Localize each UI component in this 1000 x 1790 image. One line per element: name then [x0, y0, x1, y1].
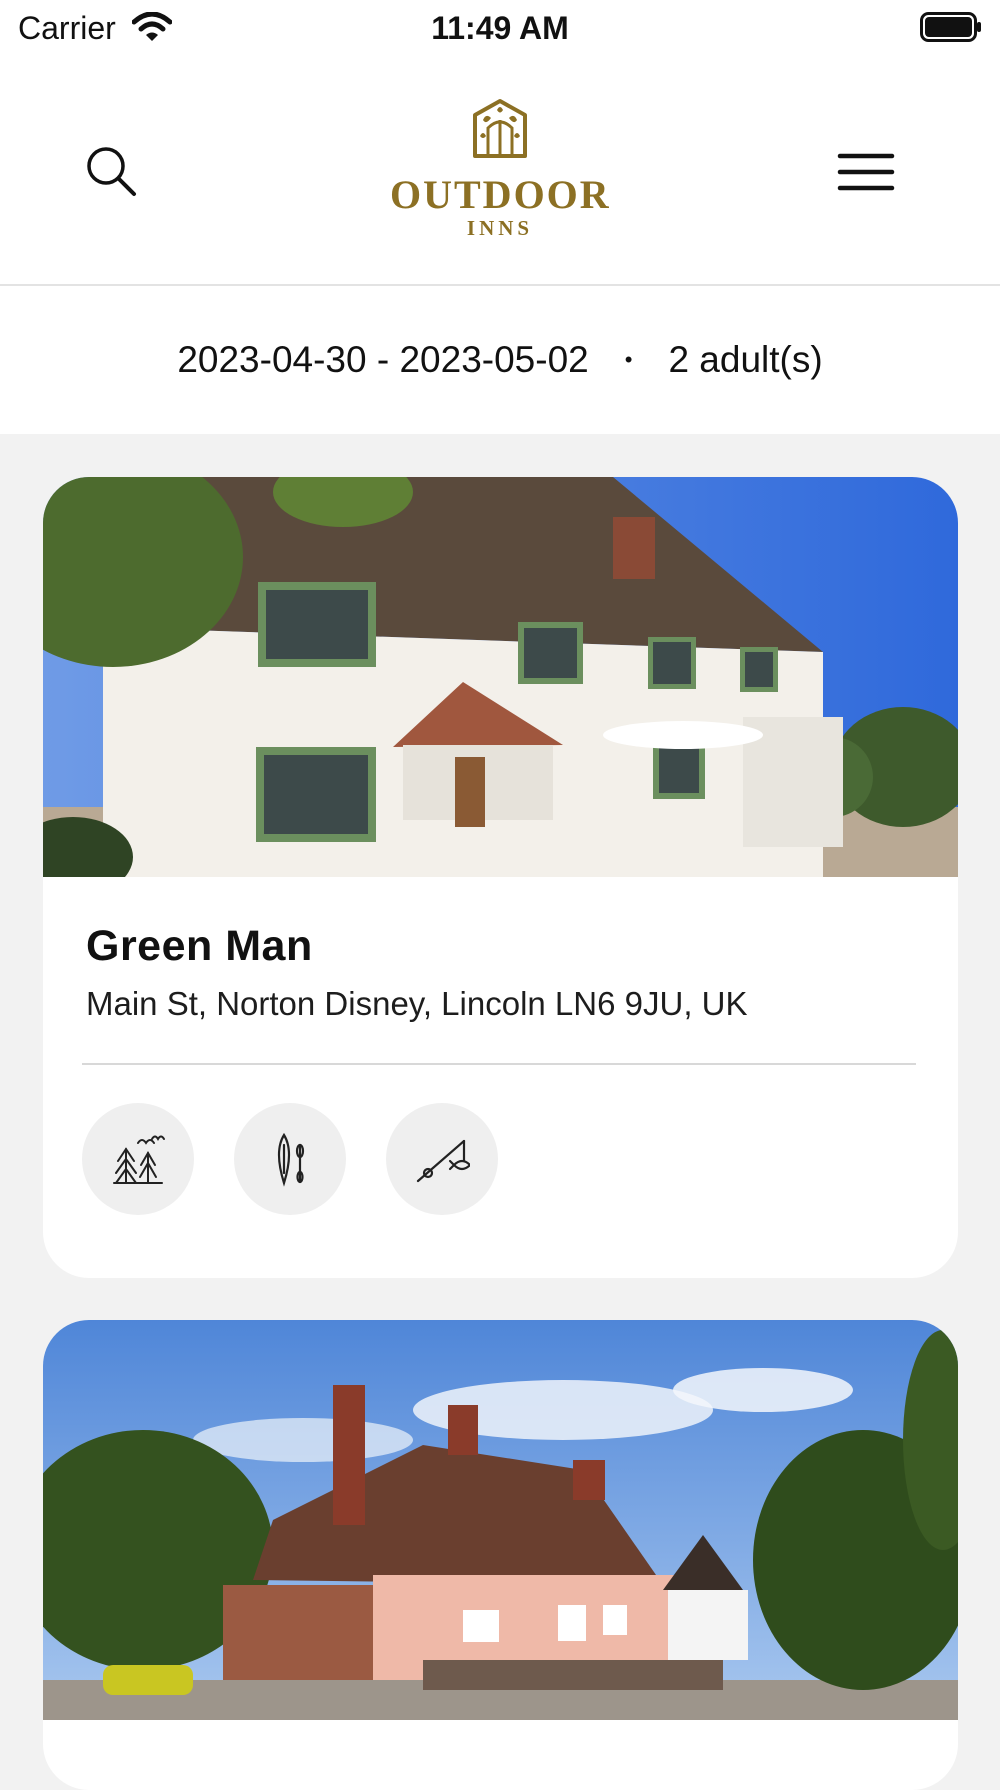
card-divider: [82, 1063, 916, 1065]
hamburger-menu-icon[interactable]: [836, 144, 896, 200]
battery-full-icon: [920, 12, 981, 42]
canoe-paddle-icon: [277, 1132, 305, 1187]
top-nav-bar: OUTDOOR INNS: [0, 56, 1000, 286]
search-icon[interactable]: [84, 144, 140, 200]
booking-summary[interactable]: 2023-04-30 - 2023-05-02 • 2 adult(s): [0, 286, 1000, 434]
booking-dates: 2023-04-30 - 2023-05-02: [177, 339, 589, 380]
activity-fishing[interactable]: [386, 1103, 498, 1215]
fishing-rod-icon: [416, 1139, 470, 1183]
logo-text-inns: INNS: [466, 216, 534, 240]
status-bar: Carrier 11:49 AM: [0, 0, 1000, 56]
clock: 11:49 AM: [431, 10, 569, 46]
inn-photo: [43, 1320, 958, 1720]
inn-address: Main St, Norton Disney, Lincoln LN6 9JU,…: [86, 985, 748, 1022]
inn-card[interactable]: [43, 1320, 958, 1790]
inn-card[interactable]: Green Man Main St, Norton Disney, Lincol…: [43, 477, 958, 1278]
inn-name: Green Man: [86, 922, 313, 970]
activity-forest-birdwatching[interactable]: [82, 1103, 194, 1215]
forest-birdwatching-icon: [113, 1135, 165, 1184]
activity-list: [82, 1103, 915, 1215]
logo-house-icon: [473, 99, 527, 158]
separator-dot: •: [624, 347, 633, 372]
booking-guests: 2 adult(s): [668, 339, 823, 380]
activity-canoeing[interactable]: [234, 1103, 346, 1215]
inn-photo: [43, 477, 958, 897]
logo-text-outdoor: OUTDOOR: [390, 172, 611, 217]
outdoor-inns-logo[interactable]: OUTDOOR INNS: [390, 98, 611, 240]
